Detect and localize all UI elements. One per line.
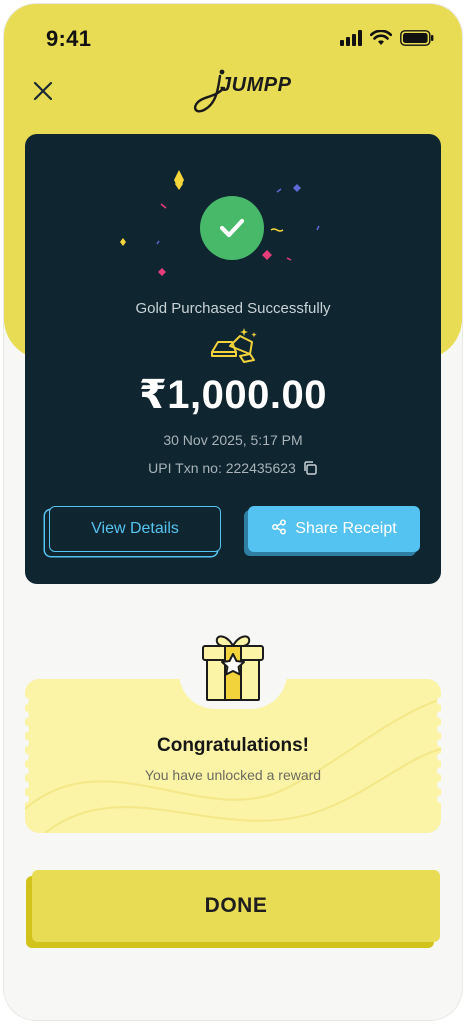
- logo-text: JUMPP: [220, 74, 292, 96]
- battery-icon: [400, 30, 434, 51]
- status-icons: [340, 29, 434, 51]
- gift-box-icon: [197, 628, 269, 704]
- status-bar: 9:41: [4, 4, 462, 72]
- phone-screen: 9:41 JUMPP Gold Purchased Successfully ₹…: [4, 4, 462, 1020]
- reward-subtitle: You have unlocked a reward: [144, 767, 322, 783]
- view-details-button[interactable]: View Details: [49, 506, 221, 552]
- ticket-perforation-right: [437, 697, 441, 817]
- gold-bars-icon: [206, 324, 262, 368]
- copy-icon[interactable]: [302, 460, 318, 476]
- close-icon: [33, 81, 53, 106]
- reward-title: Congratulations!: [157, 735, 309, 756]
- wifi-icon: [369, 29, 393, 51]
- ticket-perforation-left: [25, 697, 29, 817]
- purchase-amount: ₹1,000.00: [138, 373, 328, 417]
- cellular-signal-icon: [340, 30, 362, 51]
- done-button[interactable]: DONE: [32, 870, 440, 942]
- share-icon: [271, 519, 287, 540]
- transaction-datetime: 30 Nov 2025, 5:17 PM: [163, 432, 303, 448]
- close-button[interactable]: [28, 78, 58, 108]
- success-check-icon: [200, 196, 264, 260]
- txn-number-row: UPI Txn no: 222435623: [25, 460, 441, 476]
- share-receipt-button[interactable]: Share Receipt: [248, 506, 420, 552]
- transaction-card: Gold Purchased Successfully ₹1,000.00 30…: [25, 134, 441, 584]
- txn-number: UPI Txn no: 222435623: [148, 460, 296, 476]
- purchase-status-text: Gold Purchased Successfully: [135, 300, 331, 317]
- jumpp-logo: JUMPP: [190, 66, 291, 120]
- share-receipt-label: Share Receipt: [295, 520, 397, 537]
- status-time: 9:41: [46, 26, 92, 51]
